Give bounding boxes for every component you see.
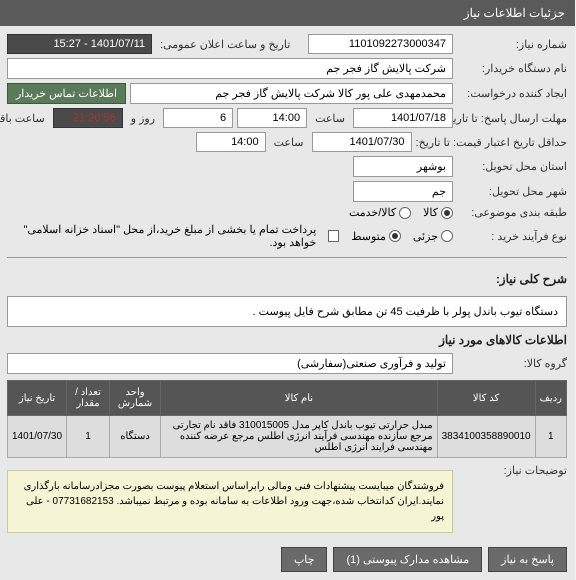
radio-khadamat[interactable]: کالا/خدمت bbox=[350, 206, 412, 219]
process-note: پرداخت تمام یا بخشی از مبلغ خرید،از محل … bbox=[8, 223, 317, 249]
col-qty: تعداد / مقدار bbox=[68, 381, 111, 416]
desc-title: شرح کلی نیاز: bbox=[497, 272, 568, 286]
cell-name: مبدل حرارتی تیوب باندل کاپر مدل 31001500… bbox=[162, 416, 438, 458]
table-header-row: ردیف کد کالا نام کالا واحد شمارش تعداد /… bbox=[9, 381, 568, 416]
respond-button[interactable]: پاسخ به نیاز bbox=[489, 547, 568, 572]
note-label: توضیحات نیاز: bbox=[458, 464, 568, 477]
group-field: تولید و فرآوری صنعتی(سفارشی) bbox=[8, 353, 454, 374]
table-row: 1 3834100358890010 مبدل حرارتی تیوب باند… bbox=[9, 416, 568, 458]
time-label-1: ساعت bbox=[316, 112, 346, 125]
cell-code: 3834100358890010 bbox=[438, 416, 536, 458]
city-field: جم bbox=[354, 181, 454, 202]
cell-qty: 1 bbox=[68, 416, 111, 458]
province-label: استان محل تحویل: bbox=[458, 160, 568, 173]
need-no-label: شماره نیاز: bbox=[458, 38, 568, 51]
radio-mid[interactable]: متوسط bbox=[352, 230, 402, 243]
deadline-time-field: 14:00 bbox=[238, 108, 308, 128]
goods-title: اطلاعات کالاهای مورد نیاز bbox=[8, 333, 568, 347]
subject-cat-group: کالا کالا/خدمت bbox=[350, 206, 454, 219]
requester-label: ایجاد کننده درخواست: bbox=[458, 87, 568, 100]
public-date-label: تاریخ و ساعت اعلان عمومی: bbox=[161, 38, 291, 51]
button-row: پاسخ به نیاز مشاهده مدارک پیوستی (1) چاپ bbox=[8, 547, 568, 572]
attachments-button[interactable]: مشاهده مدارک پیوستی (1) bbox=[334, 547, 483, 572]
radio-kala[interactable]: کالا bbox=[424, 206, 454, 219]
note-box: فروشندگان میبایست پیشنهادات فنی ومالی را… bbox=[8, 470, 454, 533]
days-left-field: 6 bbox=[164, 108, 234, 128]
col-date: تاریخ نیاز bbox=[9, 381, 68, 416]
col-row: ردیف bbox=[536, 381, 567, 416]
and-label: روز و bbox=[132, 112, 156, 125]
group-label: گروه کالا: bbox=[458, 357, 568, 370]
radio-icon bbox=[390, 230, 402, 242]
radio-icon bbox=[442, 230, 454, 242]
cell-date: 1401/07/30 bbox=[9, 416, 68, 458]
radio-khadamat-label: کالا/خدمت bbox=[350, 206, 397, 219]
province-field: بوشهر bbox=[354, 156, 454, 177]
radio-mid-label: متوسط bbox=[352, 230, 387, 243]
deadline-label: مهلت ارسال پاسخ: تا تاریخ: bbox=[458, 112, 568, 125]
need-no-field: 1101092273000347 bbox=[309, 34, 454, 54]
buyer-field: شرکت پالایش گاز فجر جم bbox=[8, 58, 454, 79]
process-group: جزئی متوسط پرداخت تمام یا بخشی از مبلغ خ… bbox=[8, 223, 454, 249]
separator bbox=[8, 257, 568, 258]
header-title: جزئیات اطلاعات نیاز bbox=[465, 6, 566, 20]
treasury-checkbox[interactable] bbox=[329, 230, 340, 242]
radio-icon bbox=[400, 207, 412, 219]
col-code: کد کالا bbox=[438, 381, 536, 416]
time-label-2: ساعت bbox=[275, 136, 305, 149]
countdown-field: 21:20:56 bbox=[54, 108, 124, 128]
col-name: نام کالا bbox=[162, 381, 438, 416]
remain-label: ساعت باقی مانده bbox=[0, 112, 46, 125]
city-label: شهر محل تحویل: bbox=[458, 185, 568, 198]
deadline-date-field: 1401/07/18 bbox=[354, 108, 454, 128]
validity-label: حداقل تاریخ اعتبار قیمت: تا تاریخ: bbox=[417, 136, 568, 149]
validity-date-field: 1401/07/30 bbox=[313, 132, 413, 152]
validity-time-field: 14:00 bbox=[197, 132, 267, 152]
form-area: شماره نیاز: 1101092273000347 تاریخ و ساع… bbox=[0, 26, 576, 580]
desc-box: دستگاه تیوب باندل پولر با ظرفیت 45 تن مط… bbox=[8, 296, 568, 327]
radio-kala-label: کالا bbox=[424, 206, 439, 219]
contact-buyer-button[interactable]: اطلاعات تماس خریدار bbox=[8, 83, 127, 104]
goods-table: ردیف کد کالا نام کالا واحد شمارش تعداد /… bbox=[8, 380, 568, 458]
radio-low-label: جزئی bbox=[414, 230, 439, 243]
radio-icon bbox=[442, 207, 454, 219]
subject-cat-label: طبقه بندی موضوعی: bbox=[458, 206, 568, 219]
public-date-field: 1401/07/11 - 15:27 bbox=[8, 34, 153, 54]
print-button[interactable]: چاپ bbox=[282, 547, 329, 572]
cell-unit: دستگاه bbox=[110, 416, 161, 458]
col-unit: واحد شمارش bbox=[110, 381, 161, 416]
requester-field: محمدمهدی علی پور کالا شرکت پالایش گاز فج… bbox=[131, 83, 454, 104]
process-label: نوع فرآیند خرید : bbox=[458, 230, 568, 243]
page-header: جزئیات اطلاعات نیاز bbox=[0, 0, 576, 26]
radio-low[interactable]: جزئی bbox=[414, 230, 454, 243]
buyer-label: نام دستگاه خریدار: bbox=[458, 62, 568, 75]
cell-row: 1 bbox=[536, 416, 567, 458]
